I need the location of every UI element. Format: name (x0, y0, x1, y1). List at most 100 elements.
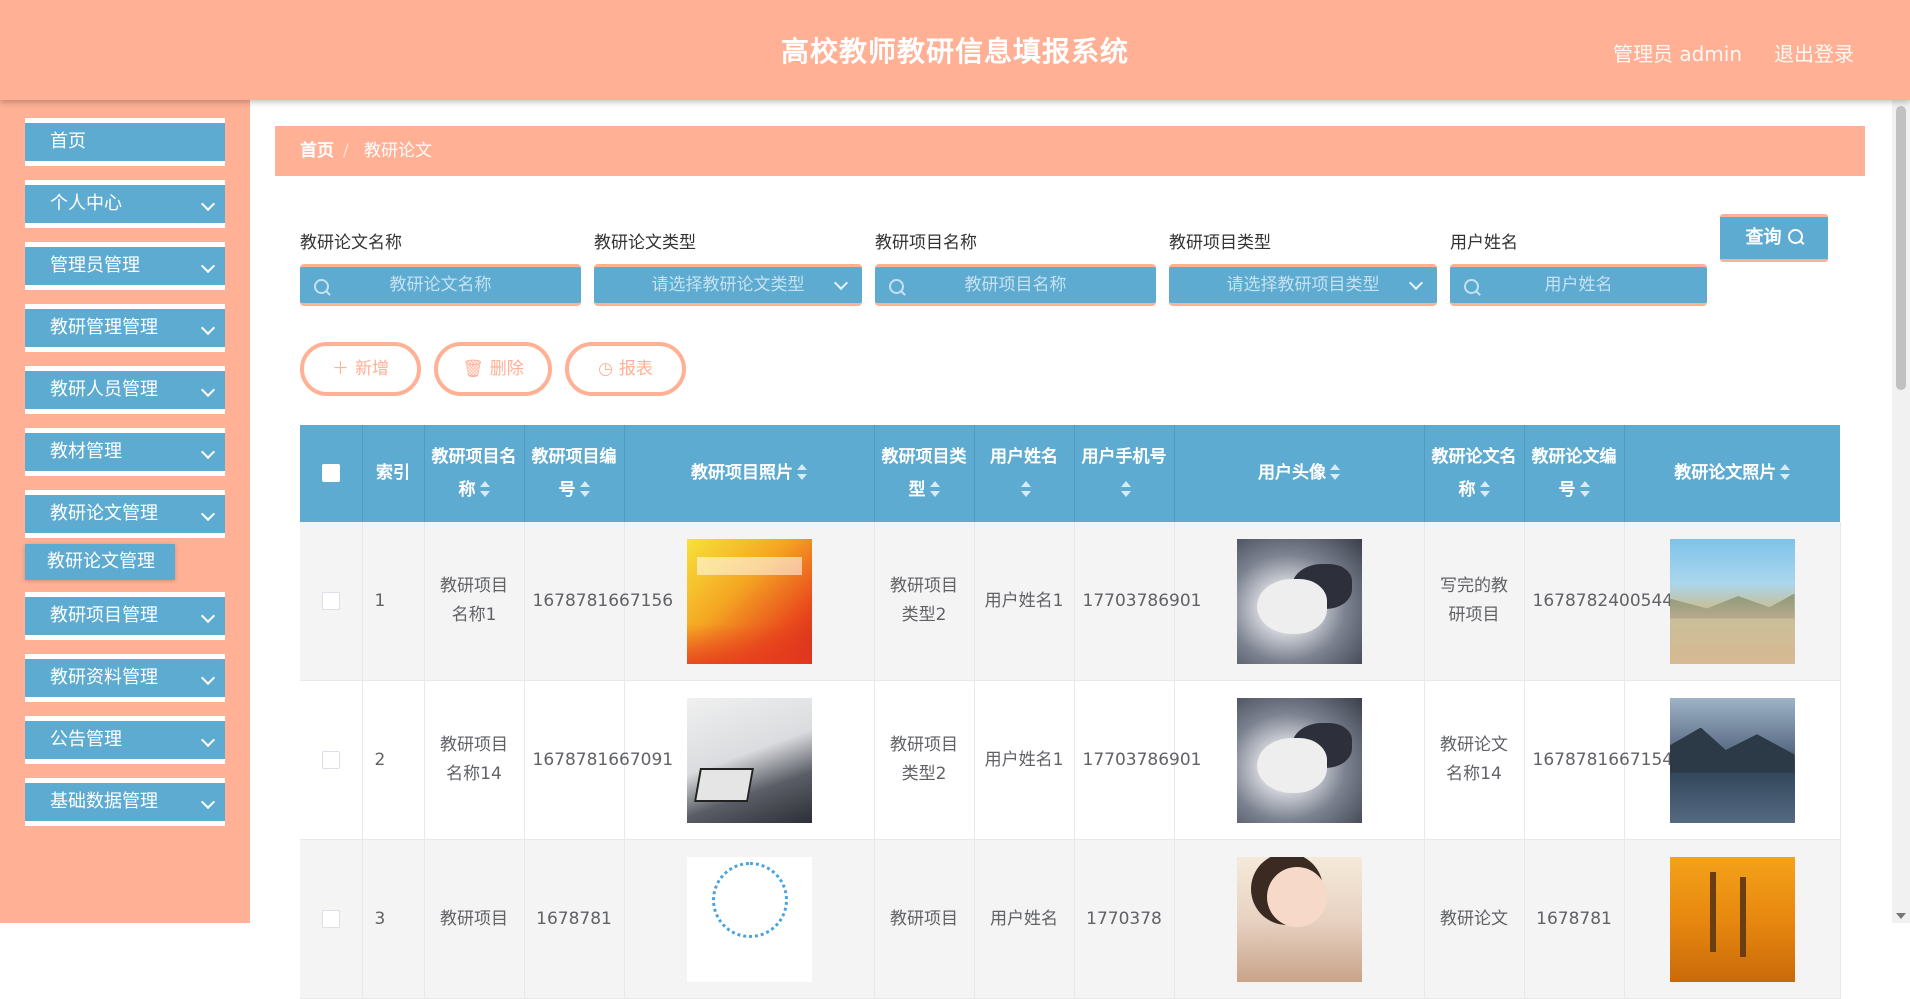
delete-button[interactable]: 🗑 删除 (434, 342, 552, 396)
row-checkbox[interactable] (321, 909, 340, 928)
current-user: 管理员 admin (1612, 42, 1742, 66)
sidebar-subitem-paper-management[interactable]: 教研论文管理 (25, 544, 175, 580)
paper-photo-image[interactable] (1669, 697, 1795, 823)
row-checkbox[interactable] (321, 591, 340, 610)
column-header[interactable]: 教研项目类型 (874, 425, 975, 522)
scroll-down-arrow-icon[interactable] (1896, 913, 1906, 919)
paper-name-input[interactable]: 教研论文名称 (300, 264, 581, 306)
project-name-cell: 教研项目 (424, 839, 525, 999)
paper-photo-image[interactable] (1669, 538, 1795, 664)
user-avatar-image[interactable] (1236, 697, 1362, 823)
project-type-placeholder: 请选择教研项目类型 (1226, 275, 1380, 295)
sidebar-item-label: 管理员管理 (50, 255, 140, 276)
column-header[interactable]: 教研论文编号 (1524, 425, 1625, 522)
column-header-label: 教研论文编号 (1531, 446, 1617, 500)
pie-chart-icon: ◷ (598, 359, 613, 379)
user-name-input[interactable]: 用户姓名 (1450, 264, 1707, 306)
user-name-cell: 用户姓名 (974, 839, 1075, 999)
breadcrumb: 首页 / 教研论文 (275, 126, 1865, 176)
row-select-cell[interactable] (300, 839, 363, 999)
column-header[interactable]: 用户头像 (1174, 425, 1425, 522)
column-header[interactable]: 教研论文照片 (1624, 425, 1840, 522)
paper-photo-image[interactable] (1669, 856, 1795, 982)
row-checkbox[interactable] (321, 750, 340, 769)
sort-icon[interactable] (1579, 480, 1590, 497)
sort-icon[interactable] (929, 480, 940, 497)
sidebar-item-textbook-management[interactable]: 教材管理 (25, 428, 225, 476)
project-photo-image[interactable] (686, 538, 812, 664)
table-row: 2 教研项目名称14 1678781667091 教研项目类型2 用户姓名1 1… (300, 680, 1841, 840)
query-button-label: 查询 (1745, 227, 1782, 248)
paper-no-cell: 1678781667154 (1524, 680, 1673, 840)
sort-icon[interactable] (797, 464, 807, 480)
project-type-select[interactable]: 请选择教研项目类型 (1169, 264, 1437, 306)
project-no-cell: 1678781667156 (524, 522, 673, 681)
sidebar-item-material-management[interactable]: 教研资料管理 (25, 654, 225, 702)
project-photo-image[interactable] (686, 856, 812, 982)
project-type-label: 教研项目类型 (1169, 233, 1271, 253)
paper-name-cell: 教研论文 (1424, 839, 1525, 999)
user-name-label: 用户姓名 (1450, 233, 1518, 253)
user-name-cell: 用户姓名1 (974, 522, 1075, 681)
sort-icon[interactable] (1121, 480, 1131, 497)
sort-icon[interactable] (1780, 464, 1791, 480)
query-button[interactable]: 查询 (1720, 214, 1828, 262)
column-header[interactable]: 教研项目编号 (524, 425, 625, 522)
sidebar-item-admin-management[interactable]: 管理员管理 (25, 242, 225, 290)
project-photo-image[interactable] (686, 697, 812, 823)
sidebar-item-base-data-management[interactable]: 基础数据管理 (25, 778, 225, 826)
add-button-label: 新增 (355, 359, 389, 379)
project-name-cell: 教研项目名称14 (424, 680, 525, 840)
column-header[interactable]: 教研项目照片 (624, 425, 875, 522)
user-name-placeholder: 用户姓名 (1544, 275, 1613, 295)
select-all-checkbox[interactable] (321, 464, 340, 482)
sidebar-item-project-management[interactable]: 教研项目管理 (25, 592, 225, 640)
report-button[interactable]: ◷ 报表 (565, 342, 686, 396)
project-name-placeholder: 教研项目名称 (964, 275, 1067, 295)
logout-link[interactable]: 退出登录 (1774, 38, 1854, 67)
paper-type-label: 教研论文类型 (594, 233, 696, 253)
sort-icon[interactable] (1021, 480, 1031, 497)
column-header[interactable]: 教研项目名称 (424, 425, 525, 522)
breadcrumb-home[interactable]: 首页 (300, 126, 334, 176)
chevron-down-icon (200, 320, 216, 336)
avatar-cell (1174, 839, 1425, 999)
sidebar-item-personal-center[interactable]: 个人中心 (25, 180, 225, 228)
select-all-header[interactable] (300, 425, 363, 522)
user-name-cell: 用户姓名1 (974, 680, 1075, 840)
column-header[interactable]: 教研论文名称 (1424, 425, 1525, 522)
sort-icon[interactable] (1330, 464, 1340, 480)
sidebar-item-research-management[interactable]: 教研管理管理 (25, 304, 225, 352)
breadcrumb-current: 教研论文 (364, 141, 432, 161)
scrollbar-thumb[interactable] (1896, 106, 1906, 390)
delete-button-label: 删除 (489, 359, 524, 379)
paper-name-cell: 写完的教研项目 (1424, 522, 1525, 681)
sort-icon[interactable] (1479, 480, 1490, 497)
phone-cell: 17703786901 (1074, 522, 1201, 681)
sidebar-item-researcher-management[interactable]: 教研人员管理 (25, 366, 225, 414)
column-header-label: 教研论文名称 (1431, 446, 1517, 500)
sidebar-item-home[interactable]: 首页 (25, 118, 225, 166)
sidebar-item-label: 教研资料管理 (50, 667, 158, 688)
sort-icon[interactable] (579, 480, 590, 497)
paper-type-select[interactable]: 请选择教研论文类型 (594, 264, 862, 306)
add-button[interactable]: ＋ 新增 (300, 342, 421, 396)
paper-name-cell: 教研论文名称14 (1424, 680, 1525, 840)
project-name-input[interactable]: 教研项目名称 (875, 264, 1156, 306)
paper-photo-cell (1624, 839, 1841, 999)
sort-icon[interactable] (479, 480, 490, 497)
column-header[interactable]: 用户手机号 (1074, 425, 1175, 522)
trash-icon: 🗑 (462, 359, 484, 379)
row-select-cell[interactable] (300, 680, 363, 840)
breadcrumb-separator: / (343, 141, 349, 161)
column-header[interactable]: 用户姓名 (974, 425, 1075, 522)
page-scrollbar[interactable] (1892, 100, 1910, 923)
row-select-cell[interactable] (300, 522, 363, 681)
user-avatar-image[interactable] (1236, 856, 1362, 982)
chevron-down-icon (200, 444, 216, 460)
sidebar-item-notice-management[interactable]: 公告管理 (25, 716, 225, 764)
sidebar-item-label: 教研管理管理 (50, 317, 158, 338)
user-avatar-image[interactable] (1236, 538, 1362, 664)
top-header: 高校教师教研信息填报系统 管理员 admin 退出登录 (0, 0, 1910, 100)
sidebar-item-paper-management[interactable]: 教研论文管理 (25, 490, 225, 538)
